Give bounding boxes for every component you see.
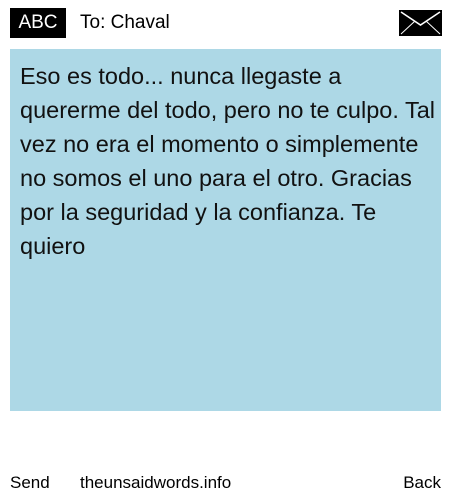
envelope-icon [399, 10, 442, 36]
bottom-bar: Send theunsaidwords.info Back [0, 466, 450, 500]
message-box: Eso es todo... nunca llegaste a quererme… [10, 49, 441, 411]
send-button[interactable]: Send [10, 466, 50, 500]
recipient-label: To: Chaval [80, 12, 170, 33]
input-mode-badge: ABC [10, 8, 66, 38]
message-text: Eso es todo... nunca llegaste a quererme… [20, 63, 436, 259]
top-bar: ABC To: Chaval [0, 0, 450, 44]
back-button[interactable]: Back [403, 466, 441, 500]
site-link[interactable]: theunsaidwords.info [80, 466, 231, 500]
